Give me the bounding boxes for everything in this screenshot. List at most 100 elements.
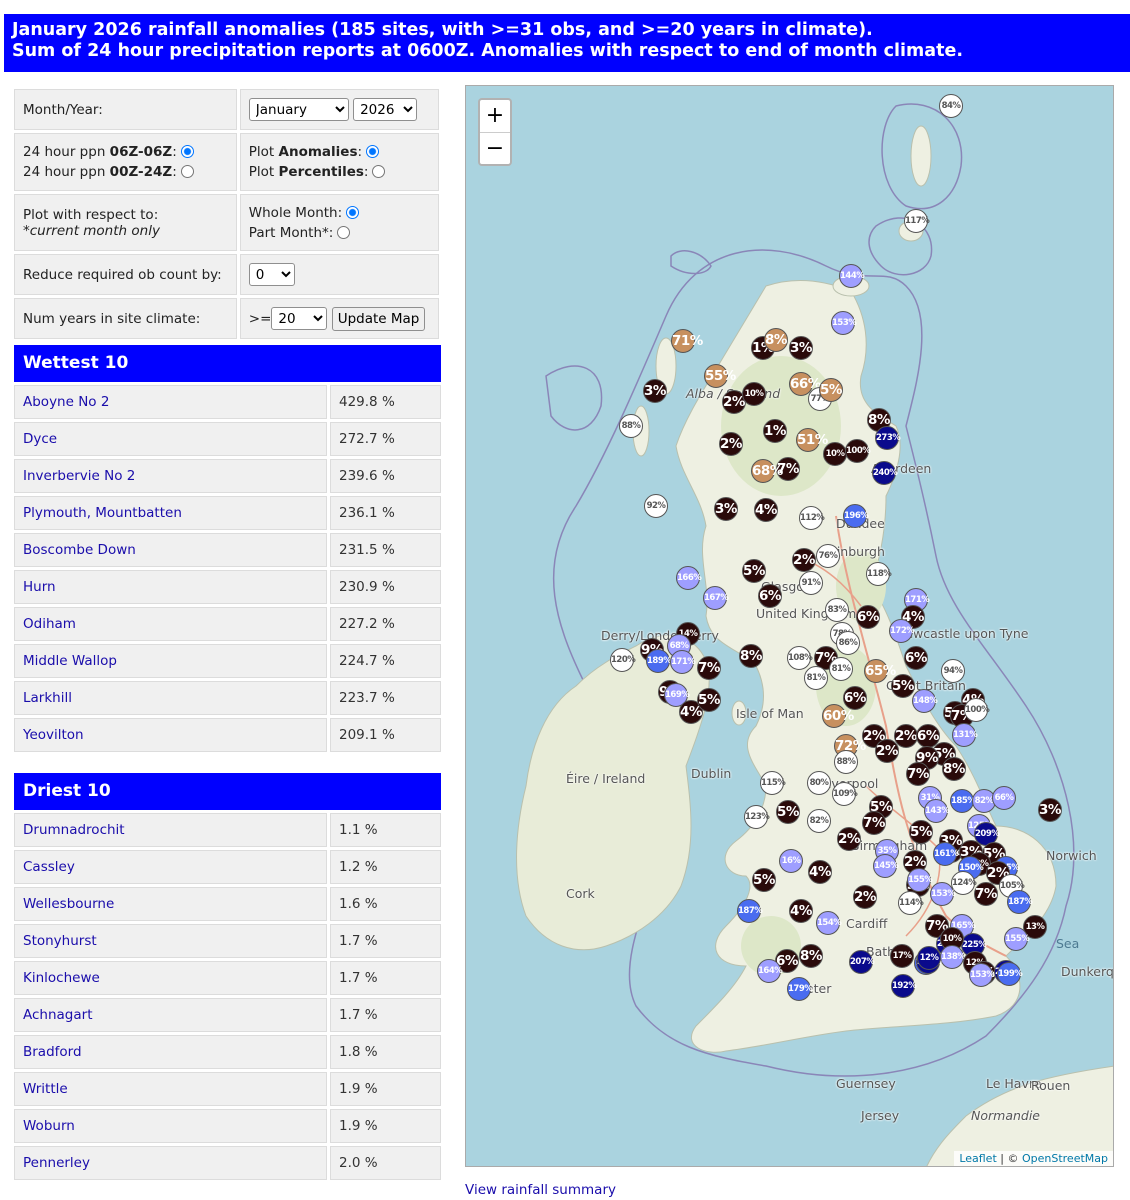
station-marker[interactable]: 273% (875, 426, 901, 450)
station-name-link[interactable]: Plymouth, Mountbatten (14, 496, 327, 530)
zoom-in-button[interactable]: + (480, 100, 510, 132)
station-marker[interactable]: 86% (836, 631, 860, 655)
station-marker[interactable]: 12% (917, 946, 941, 970)
station-marker[interactable]: 4% (789, 899, 813, 923)
station-marker[interactable]: 84% (939, 94, 963, 118)
station-name-link[interactable]: Cassley (14, 850, 327, 884)
station-marker[interactable]: 185% (950, 789, 976, 813)
station-marker[interactable]: 2% (792, 548, 816, 572)
station-marker[interactable]: 76% (816, 544, 840, 568)
osm-link[interactable]: OpenStreetMap (1022, 1152, 1108, 1165)
station-marker[interactable]: 8% (764, 328, 788, 352)
station-marker[interactable]: 5% (891, 674, 915, 698)
station-marker[interactable]: 199% (997, 962, 1023, 986)
station-marker[interactable]: 81% (829, 657, 853, 681)
station-marker[interactable]: 68% (751, 459, 783, 483)
station-marker[interactable]: 55% (704, 364, 736, 388)
station-name-link[interactable]: Larkhill (14, 681, 327, 715)
station-marker[interactable]: 155% (1004, 927, 1030, 951)
station-marker[interactable]: 171% (670, 650, 696, 674)
num-years-select[interactable]: 20 (271, 307, 328, 330)
station-marker[interactable]: 65% (864, 659, 896, 683)
leaflet-link[interactable]: Leaflet (959, 1152, 996, 1165)
station-marker[interactable]: 6% (758, 584, 782, 608)
station-marker[interactable]: 3% (789, 336, 813, 360)
station-marker[interactable]: 189% (646, 649, 672, 673)
station-marker[interactable]: 148% (912, 689, 938, 713)
station-name-link[interactable]: Dyce (14, 422, 327, 456)
station-marker[interactable]: 6% (856, 605, 880, 629)
station-marker[interactable]: 192% (891, 974, 917, 998)
view-rainfall-summary-link[interactable]: View rainfall summary (465, 1182, 616, 1198)
station-marker[interactable]: 118% (866, 562, 892, 586)
station-marker[interactable]: 167% (703, 586, 729, 610)
ppn-00z-radio[interactable] (180, 165, 194, 178)
station-name-link[interactable]: Odiham (14, 607, 327, 641)
station-name-link[interactable]: Hurn (14, 570, 327, 604)
station-marker[interactable]: 10% (823, 442, 847, 466)
station-marker[interactable]: 154% (816, 911, 842, 935)
station-marker[interactable]: 3% (1038, 798, 1062, 822)
station-marker[interactable]: 144% (839, 264, 865, 288)
station-marker[interactable]: 114% (898, 891, 924, 915)
station-name-link[interactable]: Drumnadrochit (14, 813, 327, 847)
station-marker[interactable]: 131% (952, 723, 978, 747)
station-marker[interactable]: 196% (843, 504, 869, 528)
station-marker[interactable]: 6% (904, 646, 928, 670)
plot-percentiles-radio[interactable] (372, 165, 386, 178)
station-marker[interactable]: 91% (799, 571, 823, 595)
station-marker[interactable]: 207% (849, 950, 875, 974)
station-marker[interactable]: 138% (940, 945, 966, 969)
station-marker[interactable]: 71% (671, 329, 703, 353)
plot-anomalies-radio[interactable] (366, 145, 380, 158)
station-marker[interactable]: 161% (933, 842, 959, 866)
station-marker[interactable]: 80% (807, 771, 831, 795)
station-marker[interactable]: 88% (619, 414, 643, 438)
station-marker[interactable]: 240% (872, 461, 898, 485)
station-marker[interactable]: 100% (964, 698, 990, 722)
reduce-ob-select[interactable]: 0 (248, 263, 295, 286)
station-marker[interactable]: 3% (714, 497, 738, 521)
station-marker[interactable]: 8% (739, 644, 763, 668)
station-marker[interactable]: 145% (873, 854, 899, 878)
station-name-link[interactable]: Achnagart (14, 998, 327, 1032)
station-name-link[interactable]: Woburn (14, 1109, 327, 1143)
station-marker[interactable]: 7% (906, 762, 930, 786)
station-marker[interactable]: 4% (808, 860, 832, 884)
ppn-06z-radio[interactable] (180, 145, 194, 158)
station-marker[interactable]: 155% (907, 868, 933, 892)
station-marker[interactable]: 109% (832, 782, 858, 806)
station-marker[interactable]: 2% (853, 885, 877, 909)
station-marker[interactable]: 187% (737, 899, 763, 923)
station-name-link[interactable]: Yeovilton (14, 718, 327, 752)
station-marker[interactable]: 88% (834, 750, 858, 774)
station-marker[interactable]: 5% (909, 820, 933, 844)
station-marker[interactable]: 143% (924, 799, 950, 823)
station-marker[interactable]: 7% (974, 882, 998, 906)
station-marker[interactable]: 5% (752, 868, 776, 892)
station-marker[interactable]: 120% (610, 648, 636, 672)
update-map-button[interactable]: Update Map (331, 306, 426, 331)
station-marker[interactable]: 153% (930, 882, 956, 906)
station-marker[interactable]: 117% (904, 209, 930, 233)
station-marker[interactable]: 17% (890, 944, 914, 968)
station-marker[interactable]: 94% (941, 659, 965, 683)
station-marker[interactable]: 112% (799, 506, 825, 530)
station-marker[interactable]: 179% (787, 977, 813, 1001)
zoom-out-button[interactable]: − (480, 132, 510, 164)
station-marker[interactable]: 82% (807, 809, 831, 833)
station-name-link[interactable]: Inverbervie No 2 (14, 459, 327, 493)
station-marker[interactable]: 2% (875, 739, 899, 763)
station-name-link[interactable]: Aboyne No 2 (14, 385, 327, 419)
station-name-link[interactable]: Bradford (14, 1035, 327, 1069)
station-marker[interactable]: 187% (1007, 890, 1033, 914)
station-marker[interactable]: 92% (644, 494, 668, 518)
station-marker[interactable]: 164% (757, 959, 783, 983)
station-marker[interactable]: 5% (819, 378, 843, 402)
station-marker[interactable]: 1% (763, 419, 787, 443)
station-marker[interactable]: 6% (843, 686, 867, 710)
station-marker[interactable]: 115% (760, 771, 786, 795)
station-marker[interactable]: 166% (676, 566, 702, 590)
station-name-link[interactable]: Kinlochewe (14, 961, 327, 995)
station-name-link[interactable]: Stonyhurst (14, 924, 327, 958)
